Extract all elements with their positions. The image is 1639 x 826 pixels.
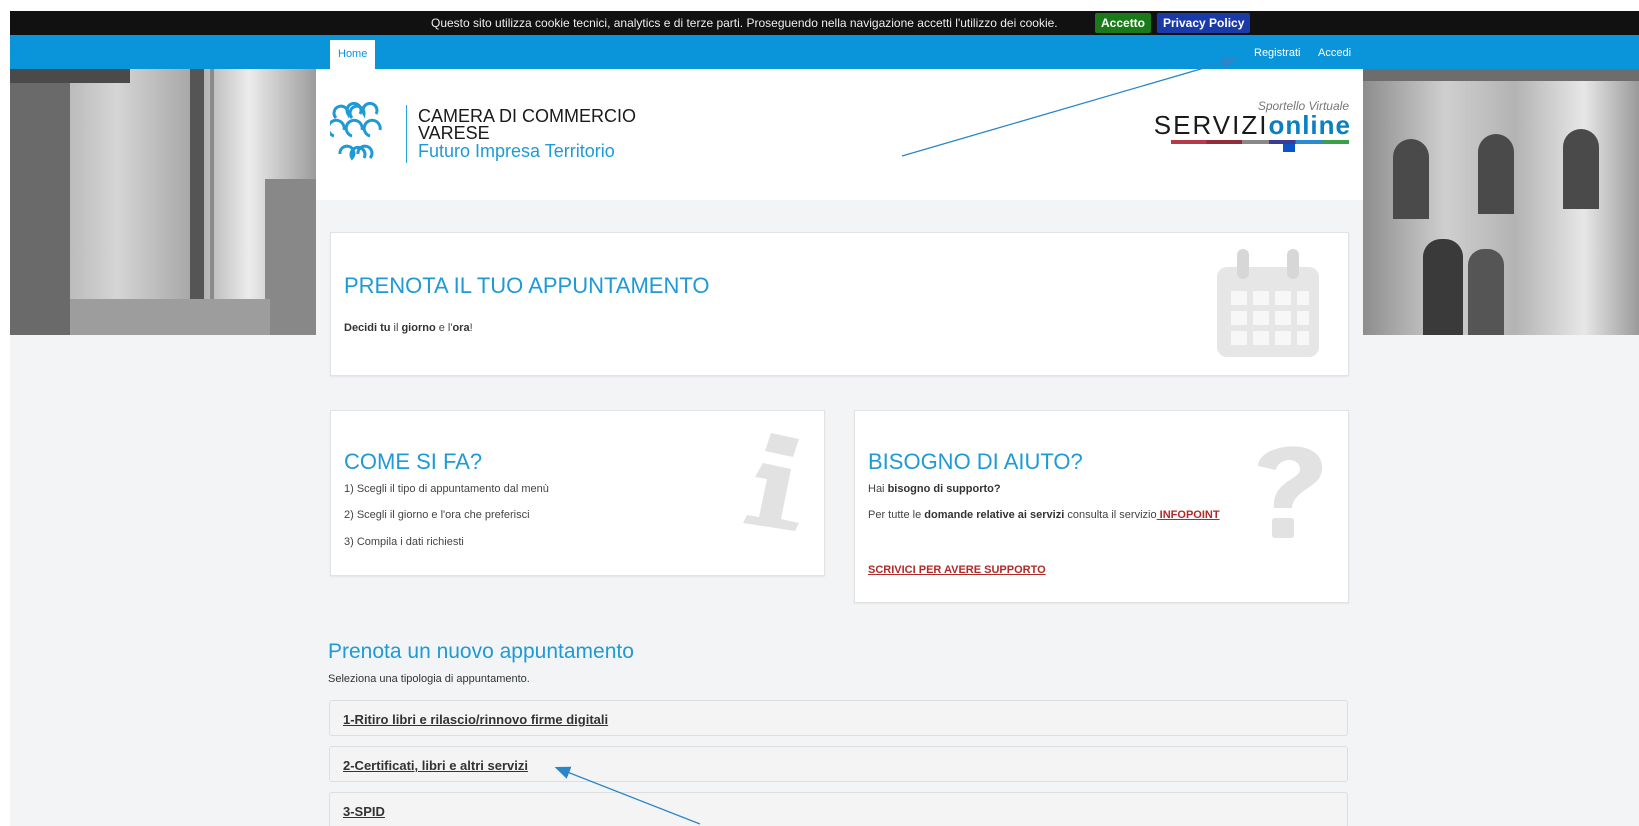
book-card-title: PRENOTA IL TUO APPUNTAMENTO [344, 273, 710, 298]
how-to-step: 1) Scegli il tipo di appuntamento dal me… [344, 483, 549, 495]
logo-tagline: Futuro Impresa Territorio [418, 141, 615, 161]
booking-section-subtitle: Seleziona una tipologia di appuntamento. [328, 673, 530, 685]
register-link[interactable]: Registrati [1254, 47, 1300, 59]
background-photo-right [1363, 69, 1639, 335]
top-nav: Home Registrati Accedi [10, 35, 1639, 69]
background-photo-left [10, 69, 316, 335]
appointment-type-item[interactable]: 2-Certificati, libri e altri servizi [329, 746, 1348, 782]
cookie-notice-text: Questo sito utilizza cookie tecnici, ana… [431, 16, 1058, 30]
privacy-policy-button[interactable]: Privacy Policy [1157, 13, 1251, 33]
question-mark-icon [1258, 446, 1323, 538]
help-title: BISOGNO DI AIUTO? [868, 449, 1083, 474]
how-to-step: 3) Compila i dati richiesti [344, 536, 464, 548]
appointment-type-item[interactable]: 3-SPID [329, 792, 1348, 826]
help-card: BISOGNO DI AIUTO? Hai bisogno di support… [854, 410, 1349, 603]
how-to-step: 2) Scegli il giorno e l'ora che preferis… [344, 509, 530, 521]
logo-divider [406, 105, 407, 163]
appointment-type-item[interactable]: 1-Ritiro libri e rilascio/rinnovo firme … [329, 700, 1348, 736]
calendar-icon [1217, 249, 1319, 357]
help-description: Per tutte le domande relative ai servizi… [868, 509, 1220, 521]
how-to-title: COME SI FA? [344, 449, 483, 474]
login-link[interactable]: Accedi [1318, 47, 1351, 59]
appointment-type-label[interactable]: 2-Certificati, libri e altri servizi [343, 758, 528, 773]
nav-home-tab[interactable]: Home [330, 40, 376, 69]
infopoint-link[interactable]: INFOPOINT [1157, 509, 1220, 521]
accept-cookies-button[interactable]: Accetto [1095, 13, 1152, 33]
servizi-online-logo: SERVIZIonline [1153, 110, 1351, 140]
servizi-online-stripe [1171, 140, 1349, 144]
chamber-logo-icon [330, 102, 382, 161]
servizi-online-square [1283, 144, 1295, 152]
booking-section-title: Prenota un nuovo appuntamento [328, 640, 634, 663]
info-icon [743, 433, 799, 531]
site-header: CAMERA DI COMMERCIO VARESE Futuro Impres… [316, 69, 1363, 200]
how-to-card: COME SI FA? 1) Scegli il tipo di appunta… [330, 410, 825, 576]
book-appointment-card: PRENOTA IL TUO APPUNTAMENTO Decidi tu il… [330, 232, 1349, 376]
cookie-bar: Questo sito utilizza cookie tecnici, ana… [10, 11, 1639, 35]
book-card-text: Decidi tu il giorno e l'ora! [344, 322, 473, 334]
support-link[interactable]: SCRIVICI PER AVERE SUPPORTO [868, 564, 1046, 576]
help-question: Hai bisogno di supporto? [868, 483, 1001, 495]
appointment-type-label[interactable]: 1-Ritiro libri e rilascio/rinnovo firme … [343, 712, 608, 727]
appointment-type-label[interactable]: 3-SPID [343, 804, 385, 819]
